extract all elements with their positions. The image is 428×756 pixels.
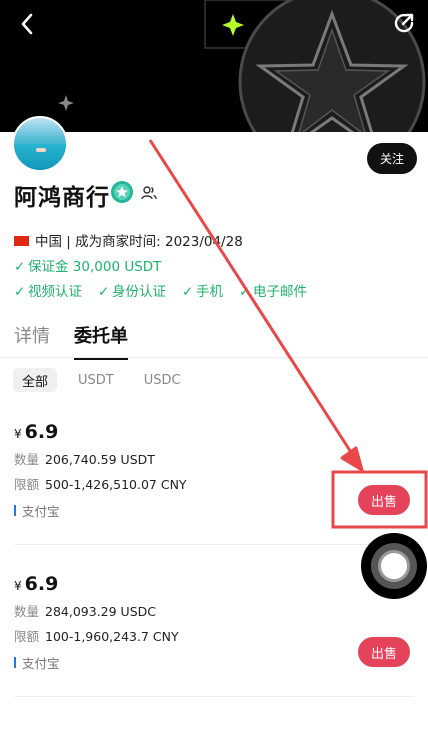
order-limit: 限额 100-1,960,243.7 CNY <box>14 629 179 644</box>
order-limit: 限额 500-1,426,510.07 CNY <box>14 477 187 492</box>
order-price: ¥6.9 <box>14 421 59 443</box>
china-flag-icon <box>14 236 29 246</box>
divider <box>14 544 414 545</box>
merchant-name: 阿鸿商行 <box>14 185 110 211</box>
tab-orders[interactable]: 委托单 <box>74 322 128 360</box>
filter-all[interactable]: 全部 <box>13 368 58 392</box>
verification-list: ✓ 视频认证 ✓ 身份认证 ✓ 手机 ✓ 电子邮件 <box>14 280 307 300</box>
back-icon <box>21 13 33 35</box>
assistive-touch-button[interactable] <box>361 533 427 599</box>
verification-email: ✓ 电子邮件 <box>239 284 307 300</box>
verification-identity: ✓ 身份认证 <box>98 284 166 300</box>
tabs-divider <box>0 357 428 358</box>
merchant-avatar <box>12 116 68 172</box>
share-icon <box>394 13 414 33</box>
tab-details[interactable]: 详情 <box>14 322 50 360</box>
verified-badge-icon <box>111 181 133 203</box>
merchant-since: | 成为商家时间: 2023/04/28 <box>66 234 243 250</box>
check-icon: ✓ <box>14 284 26 300</box>
verification-phone: ✓ 手机 <box>182 284 223 300</box>
order-card: ¥6.9 数量 206,740.59 USDT 限额 500-1,426,510.0… <box>14 421 414 520</box>
sell-button[interactable]: 出售 <box>358 637 410 667</box>
order-price: ¥6.9 <box>14 573 59 595</box>
people-icon[interactable] <box>140 184 158 202</box>
asset-filters: 全部 USDT USDC <box>13 368 190 392</box>
payment-method: 支付宝 <box>14 501 414 520</box>
back-button[interactable] <box>14 10 42 38</box>
sell-button[interactable]: 出售 <box>358 485 410 515</box>
order-quantity: 数量 206,740.59 USDT <box>14 452 155 467</box>
filter-usdt[interactable]: USDT <box>69 368 123 392</box>
deposit: 保证金 30,000 USDT <box>28 259 162 275</box>
check-icon: ✓ <box>14 259 26 275</box>
divider <box>14 696 414 697</box>
order-quantity: 数量 284,093.29 USDC <box>14 604 156 619</box>
deposit-line: ✓ 保证金 30,000 USDT <box>14 255 161 275</box>
profile-banner <box>0 0 428 132</box>
profile-tabs: 详情 委托单 <box>14 322 128 360</box>
filter-usdc[interactable]: USDC <box>135 368 190 392</box>
banner-decoration <box>58 0 426 132</box>
order-card: ¥6.9 数量 284,093.29 USDC 限额 100-1,960,243.7… <box>14 573 414 672</box>
check-icon: ✓ <box>239 284 251 300</box>
payment-method: 支付宝 <box>14 653 414 672</box>
check-icon: ✓ <box>98 284 110 300</box>
follow-button[interactable]: 关注 <box>367 143 417 174</box>
verification-video: ✓ 视频认证 <box>14 284 82 300</box>
share-button[interactable] <box>390 9 418 37</box>
annotation-arrow <box>148 139 358 461</box>
country: 中国 <box>35 234 62 250</box>
check-icon: ✓ <box>182 284 194 300</box>
country-line: 中国 | 成为商家时间: 2023/04/28 <box>14 230 243 250</box>
